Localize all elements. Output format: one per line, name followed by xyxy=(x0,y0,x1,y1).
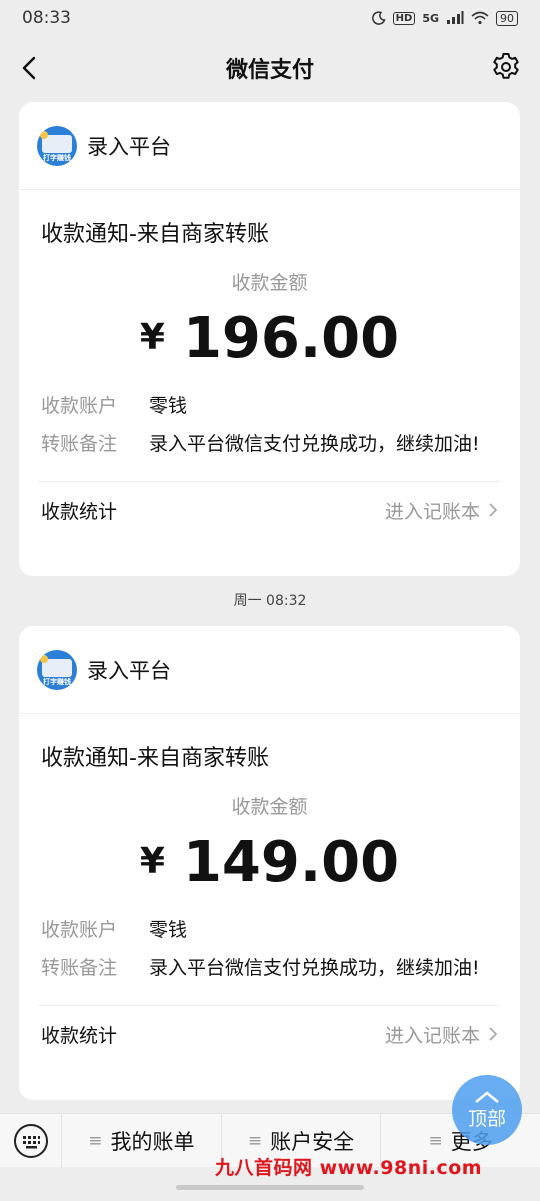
account-row: 收款账户 零钱 xyxy=(19,391,520,421)
account-value: 零钱 xyxy=(149,395,188,417)
back-icon[interactable] xyxy=(14,52,44,84)
app-logo: 打字赚钱 xyxy=(37,649,77,690)
menu-item-bills[interactable]: ≡ 我的账单 xyxy=(62,1113,222,1168)
card-footer[interactable]: 收款统计 进入记账本 xyxy=(19,1006,520,1062)
hd-badge: HD xyxy=(392,11,416,25)
page-title: 微信支付 xyxy=(225,58,314,83)
card-header[interactable]: 打字赚钱 录入平台 xyxy=(19,102,520,190)
battery-indicator: 90 xyxy=(496,10,518,26)
amount-value: ¥196.00 xyxy=(139,306,400,371)
account-key: 收款账户 xyxy=(41,919,118,941)
amount-label: 收款金额 xyxy=(231,272,308,294)
moon-icon xyxy=(371,11,386,25)
message-timestamp: 周一 08:32 xyxy=(233,593,307,609)
note-key: 转账备注 xyxy=(41,433,118,455)
stats-label: 收款统计 xyxy=(41,500,118,523)
status-icons: HD 5G 90 xyxy=(371,10,518,26)
card-title: 收款通知-来自商家转账 xyxy=(41,222,269,247)
network-label: 5G xyxy=(422,11,439,25)
status-time: 08:33 xyxy=(22,8,71,28)
menu-lines-icon: ≡ xyxy=(88,1130,103,1151)
amount-label: 收款金额 xyxy=(231,796,308,818)
chevron-right-icon xyxy=(489,503,498,517)
chevron-right-icon xyxy=(489,1027,498,1041)
back-to-top-button[interactable]: 顶部 xyxy=(452,1075,522,1145)
menu-lines-icon: ≡ xyxy=(247,1130,263,1151)
watermark: 九八首码网 www.98ni.com xyxy=(215,1157,483,1179)
card-header[interactable]: 打字赚钱 录入平台 xyxy=(19,626,520,714)
keyboard-icon xyxy=(13,1123,48,1158)
gear-icon[interactable] xyxy=(490,51,522,83)
card-title: 收款通知-来自商家转账 xyxy=(41,746,269,771)
app-logo: 打字赚钱 xyxy=(37,125,77,166)
currency-symbol: ¥ xyxy=(139,841,165,882)
app-name: 录入平台 xyxy=(87,134,171,159)
account-key: 收款账户 xyxy=(41,395,118,417)
app-name: 录入平台 xyxy=(87,658,171,683)
currency-symbol: ¥ xyxy=(139,317,165,358)
signal-icon xyxy=(447,11,464,24)
account-value: 零钱 xyxy=(149,919,188,941)
nav-bar: 微信支付 xyxy=(0,36,540,100)
stats-label: 收款统计 xyxy=(41,1024,118,1047)
account-row: 收款账户 零钱 xyxy=(19,915,520,945)
note-row: 转账备注 录入平台微信支付兑换成功，继续加油! xyxy=(19,953,520,983)
keyboard-toggle-button[interactable] xyxy=(0,1113,62,1168)
amount-value: ¥149.00 xyxy=(139,830,400,895)
home-indicator[interactable] xyxy=(176,1185,364,1190)
ledger-link[interactable]: 进入记账本 xyxy=(385,497,498,524)
card-footer[interactable]: 收款统计 进入记账本 xyxy=(19,482,520,538)
note-value: 录入平台微信支付兑换成功，继续加油! xyxy=(149,957,480,979)
note-row: 转账备注 录入平台微信支付兑换成功，继续加油! xyxy=(19,429,520,459)
menu-lines-icon: ≡ xyxy=(428,1130,443,1151)
note-value: 录入平台微信支付兑换成功，继续加油! xyxy=(149,433,480,455)
payment-card[interactable]: 打字赚钱 录入平台 收款通知-来自商家转账 收款金额 ¥149.00 收款账户 … xyxy=(19,626,520,1100)
payment-card[interactable]: 打字赚钱 录入平台 收款通知-来自商家转账 收款金额 ¥196.00 收款账户 … xyxy=(19,102,520,576)
status-bar: 08:33 HD 5G 90 xyxy=(0,0,540,36)
note-key: 转账备注 xyxy=(41,957,118,979)
wifi-icon xyxy=(471,11,489,25)
chevron-up-icon xyxy=(475,1090,499,1103)
ledger-link[interactable]: 进入记账本 xyxy=(385,1021,498,1048)
